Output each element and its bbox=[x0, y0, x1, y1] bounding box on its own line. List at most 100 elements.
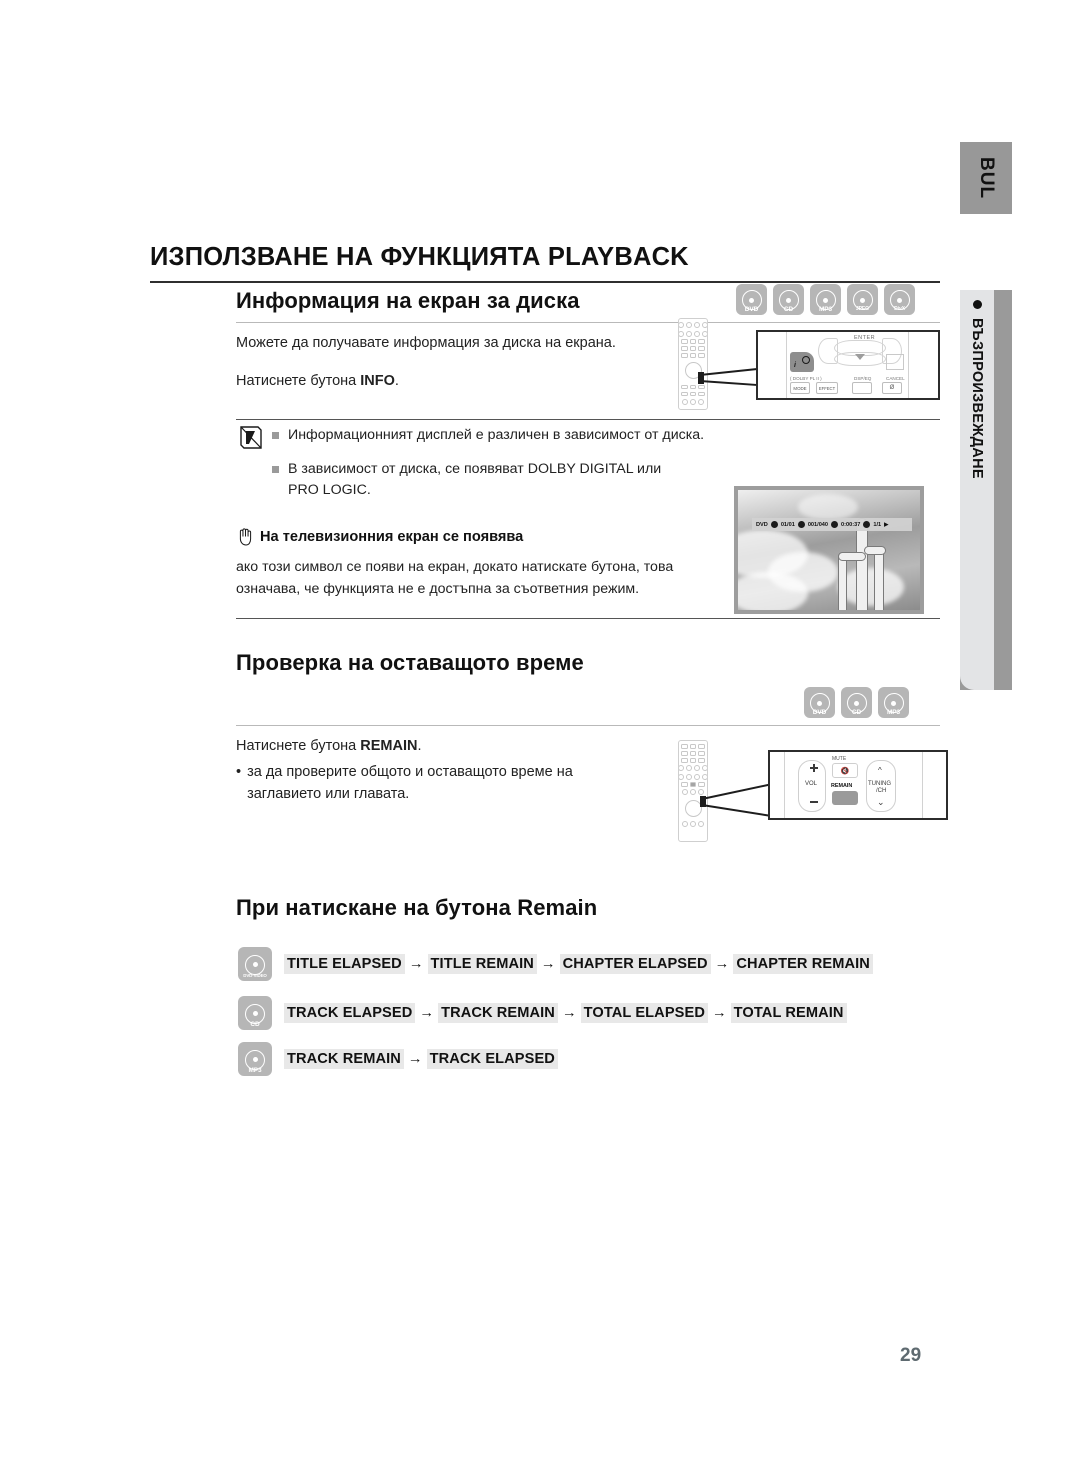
osd-disc-type: DVD bbox=[756, 521, 768, 528]
chapter-icon bbox=[797, 521, 805, 528]
section2-paragraph-1: Натиснете бутона REMAIN. bbox=[236, 735, 706, 757]
disc-icon-mp3: MP3 bbox=[810, 284, 841, 315]
mute-label: MUTE bbox=[832, 756, 847, 762]
disc-icon-jpeg: JPEG bbox=[847, 284, 878, 315]
note-bullet-2-line1: В зависимост от диска, се появяват DOLBY… bbox=[288, 461, 662, 477]
section1-para2-post: . bbox=[394, 373, 399, 389]
square-bullet-icon bbox=[272, 432, 279, 439]
hand-paragraph: ако този символ се появи на екран, докат… bbox=[236, 556, 716, 600]
page-title: ИЗПОЛЗВАНЕ НА ФУНКЦИЯТА PLAYBACK bbox=[150, 243, 940, 283]
remote-body bbox=[678, 740, 708, 842]
info-key-highlight: i bbox=[790, 352, 814, 372]
disc-icon-mp3: MP3 bbox=[878, 687, 909, 718]
mute-key: 🔇 bbox=[832, 763, 858, 778]
section2-para1-post: . bbox=[417, 738, 422, 754]
vol-label: VOL bbox=[805, 781, 818, 787]
arrow-icon: → bbox=[561, 1005, 577, 1021]
section2-bullet-line1: за да проверите общото и оставащото врем… bbox=[247, 764, 573, 780]
hand-heading: На телевизионния екран се появява bbox=[237, 527, 523, 546]
arrow-icon: → bbox=[714, 956, 730, 972]
section2-rule bbox=[236, 725, 940, 726]
note-bullet-1: Информационният дисплей е различен в зав… bbox=[272, 425, 772, 446]
disc-icon-mp3: MP3 bbox=[238, 1042, 272, 1076]
flow-step: TRACK REMAIN bbox=[438, 1003, 558, 1023]
section3-heading: При натискане на бутона Remain bbox=[236, 895, 598, 920]
remote-illustration-remain: VOL MUTE 🔇 REMAIN ^ TUNING /CH ⌄ bbox=[678, 740, 948, 850]
flow-row-mp3: MP3 TRACK REMAIN → TRACK ELAPSED bbox=[238, 1042, 558, 1076]
hand-icon bbox=[239, 528, 252, 546]
tuning-label-1: TUNING bbox=[868, 781, 891, 787]
flow-steps-mp3: TRACK REMAIN → TRACK ELAPSED bbox=[284, 1049, 558, 1069]
section1-para2-pre: Натиснете бутона bbox=[236, 373, 361, 389]
section1-paragraph-2: Натиснете бутона INFO. bbox=[236, 370, 706, 392]
section2-disc-icons: DVD CD MP3 bbox=[804, 687, 909, 718]
effect-key: EFFECT bbox=[816, 382, 838, 394]
remote-callout-remain: VOL MUTE 🔇 REMAIN ^ TUNING /CH ⌄ bbox=[768, 750, 948, 820]
section1-paragraph-1: Можете да получавате информация за диска… bbox=[236, 335, 616, 351]
remain-key-highlight bbox=[832, 791, 858, 805]
play-arrow-icon: ▶ bbox=[884, 521, 889, 528]
osd-info-bar: DVD 01/01 001/040 0:00:37 1/1 ▶ bbox=[752, 518, 912, 531]
remain-button-name: REMAIN bbox=[360, 738, 418, 754]
round-bullet-icon: • bbox=[236, 764, 242, 780]
title-icon bbox=[770, 521, 778, 528]
flow-step: TITLE REMAIN bbox=[427, 954, 537, 974]
remain-label: REMAIN bbox=[831, 783, 853, 789]
language-tab: BUL bbox=[960, 142, 1012, 214]
arrow-icon: → bbox=[408, 956, 424, 972]
flow-row-cd: CD TRACK ELAPSED → TRACK REMAIN → TOTAL ELAP… bbox=[238, 996, 847, 1030]
tv-screen-image: DVD 01/01 001/040 0:00:37 1/1 ▶ bbox=[734, 486, 924, 614]
section2-heading: Проверка на оставащото време bbox=[236, 650, 584, 675]
osd-chapter-value: 001/040 bbox=[807, 521, 829, 528]
disc-icon-dvd-video: DVD-VIDEO bbox=[238, 947, 272, 981]
square-bullet-icon bbox=[272, 466, 279, 473]
flow-step: TRACK REMAIN bbox=[284, 1049, 404, 1069]
note-bullet-2: В зависимост от диска, се появяват DOLBY… bbox=[272, 459, 772, 501]
disc-icon-divx: DivX bbox=[884, 284, 915, 315]
language-tab-label: BUL bbox=[976, 156, 997, 200]
remote-body bbox=[678, 318, 708, 410]
remote-callout-info: ENTER i ( DOLBY PL II ) DSP/EQ CANCEL MO… bbox=[756, 330, 940, 400]
hand-para-line2: означава, че функцията не е достъпна за … bbox=[236, 581, 640, 597]
dolby-pl-label: ( DOLBY PL II ) bbox=[790, 376, 822, 381]
mode-key: MODE bbox=[790, 382, 810, 394]
note-bullet-1-text: Информационният дисплей е различен в зав… bbox=[288, 427, 705, 443]
arrow-icon: → bbox=[407, 1051, 423, 1067]
note-rule-top bbox=[236, 419, 940, 420]
tuning-label-2: /CH bbox=[876, 788, 887, 794]
clock-icon bbox=[831, 521, 839, 528]
tuning-key: ^ TUNING /CH ⌄ bbox=[866, 760, 896, 812]
flow-step: TRACK ELAPSED bbox=[426, 1049, 558, 1069]
flow-steps-cd: TRACK ELAPSED → TRACK REMAIN → TOTAL ELAPSED… bbox=[284, 1003, 847, 1023]
page-number: 29 bbox=[900, 1345, 922, 1366]
section1-heading: Информация на екран за диска bbox=[236, 288, 580, 313]
hand-para-line1: ако този символ се появи на екран, докат… bbox=[236, 559, 674, 575]
note-bullet-2-line2: PRO LOGIC. bbox=[288, 482, 371, 498]
arrow-icon: → bbox=[419, 1005, 435, 1021]
note-icon bbox=[238, 425, 264, 451]
section2-para1-pre: Натиснете бутона bbox=[236, 738, 361, 754]
arrow-icon: → bbox=[540, 956, 556, 972]
hand-heading-text: На телевизионния екран се появява bbox=[260, 528, 524, 545]
dsp-eq-label: DSP/EQ bbox=[854, 376, 872, 381]
section1-disc-icons: DVD CD MP3 JPEG DivX bbox=[736, 284, 915, 315]
disc-icon-cd: CD bbox=[773, 284, 804, 315]
note-bullet-list: Информационният дисплей е различен в зав… bbox=[272, 425, 772, 514]
flow-step: TRACK ELAPSED bbox=[284, 1003, 416, 1023]
manual-page: BUL ВЪЗПРОИЗВЕЖДАНЕ ИЗПОЛЗВАНЕ НА ФУНКЦИ… bbox=[0, 0, 1080, 1475]
flow-steps-dvd: TITLE ELAPSED → TITLE REMAIN → CHAPTER ELAPS… bbox=[284, 954, 873, 974]
disc-icon-cd: CD bbox=[238, 996, 272, 1030]
disc-icon-cd: CD bbox=[841, 687, 872, 718]
section2-bullet: • за да проверите общото и оставащото вр… bbox=[236, 761, 666, 805]
chapter-sidebar-label: ВЪЗПРОИЗВЕЖДАНЕ bbox=[969, 318, 985, 479]
disc-icon-dvd: DVD bbox=[736, 284, 767, 315]
vol-key: VOL bbox=[798, 760, 826, 812]
flow-step: CHAPTER REMAIN bbox=[733, 954, 873, 974]
info-button-name: INFO bbox=[360, 373, 395, 389]
flow-step: CHAPTER ELAPSED bbox=[559, 954, 711, 974]
osd-time-value: 0:00:37 bbox=[841, 521, 861, 528]
remote-illustration-info: ENTER i ( DOLBY PL II ) DSP/EQ CANCEL MO… bbox=[678, 318, 940, 414]
bullet-dot-icon bbox=[972, 300, 982, 309]
disc-icon-dvd: DVD bbox=[804, 687, 835, 718]
flow-step: TITLE ELAPSED bbox=[284, 954, 405, 974]
